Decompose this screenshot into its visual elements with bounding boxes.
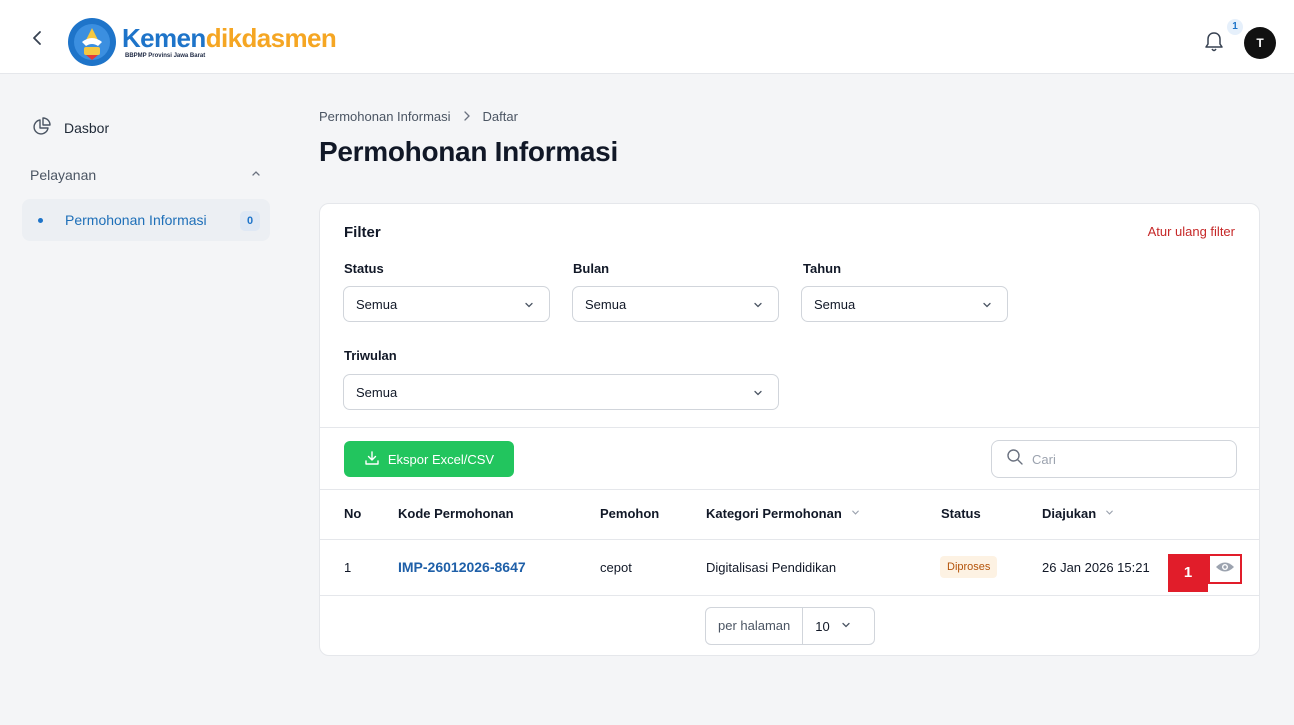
bulan-filter-label: Bulan <box>573 261 610 276</box>
select-value: Semua <box>814 296 856 312</box>
view-detail-button[interactable] <box>1208 554 1242 584</box>
chevron-down-icon <box>981 299 993 311</box>
brand-logo[interactable]: Kemendikdasmen BBPMP Provinsi Jawa Barat <box>68 17 337 67</box>
tut-wuri-handayani-emblem-icon <box>68 18 116 66</box>
breadcrumb: Permohonan Informasi Daftar <box>319 109 518 124</box>
chevron-down-icon <box>523 299 535 311</box>
cell-diajukan: 26 Jan 2026 15:21 <box>1042 560 1150 575</box>
chevron-down-icon <box>830 619 852 634</box>
column-header-kategori-permohonan[interactable]: Kategori Permohonan <box>706 506 861 521</box>
per-page-label: per halaman <box>706 608 804 644</box>
user-avatar[interactable]: T <box>1244 27 1276 59</box>
per-page-select[interactable]: 10 <box>803 619 851 634</box>
reset-filter-link[interactable]: Atur ulang filter <box>1148 224 1235 239</box>
select-value: Semua <box>585 296 627 312</box>
annotation-marker: 1 <box>1168 554 1208 592</box>
sort-chevron-down-icon <box>842 506 861 521</box>
chevron-up-icon <box>250 166 262 184</box>
column-header-no: No <box>344 506 362 521</box>
column-header-pemohon: Pemohon <box>600 506 660 521</box>
cell-kode-permohonan-link[interactable]: IMP-26012026-8647 <box>398 559 526 575</box>
chevron-right-icon <box>462 109 472 124</box>
search-icon <box>1006 448 1024 471</box>
column-header-diajukan[interactable]: Diajukan <box>1042 506 1115 521</box>
sidebar-section-pelayanan[interactable]: Pelayanan <box>30 164 262 186</box>
cell-pemohon: cepot <box>600 560 632 575</box>
brand-subtitle: BBPMP Provinsi Jawa Barat <box>125 53 206 59</box>
sidebar-item-dasbor[interactable]: Dasbor <box>22 110 270 146</box>
tahun-filter-label: Tahun <box>803 261 842 276</box>
brand-name: Kemendikdasmen <box>122 23 337 53</box>
per-page-value: 10 <box>815 618 830 634</box>
chevron-down-icon <box>752 299 764 311</box>
tahun-filter-select[interactable]: Semua <box>801 286 1008 322</box>
status-badge: Diproses <box>940 556 998 578</box>
pie-chart-icon <box>32 116 52 141</box>
select-value: Semua <box>356 384 398 400</box>
search-input[interactable] <box>1032 451 1222 467</box>
sort-chevron-down-icon <box>1096 506 1115 521</box>
cell-no: 1 <box>344 560 352 575</box>
content-card: Filter Atur ulang filter Status Semua Bu… <box>319 203 1260 656</box>
eye-icon <box>1215 560 1235 579</box>
filter-title: Filter <box>344 224 381 241</box>
bulan-filter-select[interactable]: Semua <box>572 286 779 322</box>
cell-kategori: Digitalisasi Pendidikan <box>706 560 837 575</box>
column-header-kode-permohonan: Kode Permohonan <box>398 506 514 521</box>
export-button-label: Ekspor Excel/CSV <box>387 451 495 467</box>
search-box[interactable] <box>991 440 1237 478</box>
top-header: Kemendikdasmen BBPMP Provinsi Jawa Barat… <box>0 0 1294 74</box>
status-filter-select[interactable]: Semua <box>343 286 550 322</box>
sidebar-item-label: Dasbor <box>64 120 110 136</box>
divider <box>320 489 1259 490</box>
divider <box>320 427 1259 428</box>
sidebar-item-permohonan-informasi[interactable]: Permohonan Informasi 0 <box>22 199 270 241</box>
sidebar-item-label: Permohonan Informasi <box>65 212 207 228</box>
select-value: Semua <box>356 296 398 312</box>
export-excel-csv-button[interactable]: Ekspor Excel/CSV <box>344 441 514 477</box>
notification-count-badge: 1 <box>1227 19 1243 35</box>
back-arrow-icon[interactable] <box>28 28 48 48</box>
chevron-down-icon <box>752 387 764 399</box>
status-filter-label: Status <box>344 261 384 276</box>
download-icon <box>364 450 388 469</box>
per-page-selector: per halaman 10 <box>705 607 875 645</box>
sidebar-item-count-badge: 0 <box>240 211 260 231</box>
column-header-status: Status <box>941 506 981 521</box>
column-header-label: Kategori Permohonan <box>706 506 842 521</box>
active-dot-icon <box>38 217 43 223</box>
triwulan-filter-select[interactable]: Semua <box>343 374 779 410</box>
sidebar-section-label: Pelayanan <box>30 167 97 183</box>
bell-icon[interactable] <box>1203 30 1225 54</box>
breadcrumb-item-permohonan-informasi[interactable]: Permohonan Informasi <box>319 109 451 124</box>
divider <box>320 539 1259 540</box>
column-header-label: Diajukan <box>1042 506 1097 521</box>
breadcrumb-item-daftar: Daftar <box>482 109 518 124</box>
page-title: Permohonan Informasi <box>319 136 618 167</box>
divider <box>320 595 1259 596</box>
triwulan-filter-label: Triwulan <box>344 348 397 363</box>
